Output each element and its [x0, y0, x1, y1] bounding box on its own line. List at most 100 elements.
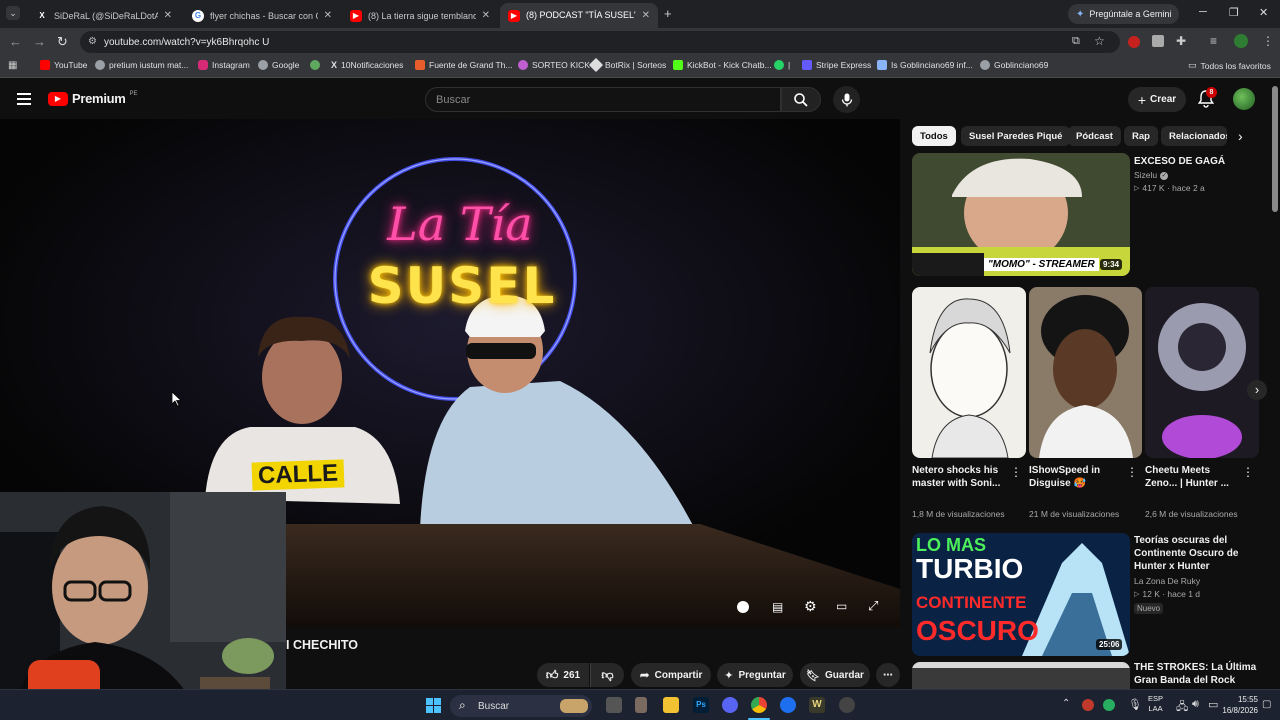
bookmark-whatsapp[interactable]: |: [774, 60, 790, 70]
menu-hamburger-icon[interactable]: [17, 93, 31, 105]
bookmark-google[interactable]: Google: [258, 60, 299, 70]
more-options-icon[interactable]: ⋮: [1010, 465, 1022, 479]
network-icon[interactable]: 🖧︎: [1176, 698, 1188, 717]
chrome-icon[interactable]: [751, 697, 767, 713]
clock[interactable]: 15:55 16/8/2026: [1222, 694, 1258, 716]
bookmark-goblinciano-info[interactable]: Is Goblinciano69 inf...: [877, 60, 973, 70]
video-thumbnail[interactable]: [912, 662, 1130, 689]
video-title[interactable]: Teorías oscuras del Continente Oscuro de…: [1134, 534, 1264, 573]
battery-icon[interactable]: ▭: [1208, 698, 1218, 711]
fullscreen-icon[interactable]: ⤢: [868, 598, 878, 614]
windows-start-icon[interactable]: [426, 698, 441, 713]
bookmark-extension[interactable]: [310, 60, 320, 70]
search-input[interactable]: Buscar: [425, 87, 781, 112]
page-scrollbar-thumb[interactable]: [1272, 86, 1278, 212]
ask-button[interactable]: ✦ Preguntar: [717, 663, 793, 687]
chip-rap[interactable]: Rap: [1124, 126, 1158, 146]
channel-name[interactable]: La Zona De Ruky: [1134, 575, 1200, 588]
youtube-premium-logo[interactable]: ▶ Premium PE: [48, 91, 138, 106]
video-title[interactable]: EXCESO DE GAGÁ: [1134, 155, 1264, 168]
settings-gear-icon[interactable]: ⚙: [804, 598, 817, 615]
search-button[interactable]: [781, 87, 821, 112]
install-app-icon[interactable]: ⧉: [1072, 35, 1080, 48]
gemini-button[interactable]: ✦ Pregúntale a Gemini: [1068, 4, 1180, 24]
close-icon[interactable]: ✕: [482, 10, 490, 21]
video-thumbnail[interactable]: LO MAS TURBIO CONTINENTE OSCURO 25:06: [912, 533, 1130, 656]
back-icon[interactable]: ←: [9, 34, 22, 49]
chip-todos[interactable]: Todos: [912, 126, 956, 146]
notifications-button[interactable]: 8: [1197, 87, 1217, 113]
short-title[interactable]: IShowSpeed in Disguise 🥵: [1029, 464, 1125, 490]
new-tab-button[interactable]: +: [664, 6, 672, 21]
chip-susel-paredes[interactable]: Susel Paredes Piqué: [961, 126, 1071, 146]
short-thumbnail[interactable]: [912, 287, 1026, 458]
winamp-icon[interactable]: W: [809, 697, 825, 713]
close-window-icon[interactable]: ✕: [1259, 6, 1268, 19]
chrome-menu-icon[interactable]: ⋮: [1262, 34, 1274, 48]
theater-mode-icon[interactable]: ▭: [836, 599, 847, 613]
bookmark-youtube[interactable]: YouTube: [40, 60, 87, 70]
profile-avatar[interactable]: [1234, 34, 1248, 48]
save-button[interactable]: 🔖︎ Guardar: [800, 663, 870, 687]
address-bar[interactable]: ⚙ youtube.com/watch?v=yk6Bhrqohc U ⧉ ☆: [80, 31, 1120, 53]
tab-podcast-tia-susel[interactable]: ▶ (8) PODCAST "TÍA SUSEL" 🎙 | ✕: [500, 3, 658, 28]
site-info-icon[interactable]: ⚙: [88, 36, 97, 47]
bookmark-stripe[interactable]: Stripe Express: [802, 60, 871, 70]
tab-youtube-la-tierra[interactable]: ▶ (8) La tierra sigue temblando: A ✕: [342, 3, 498, 28]
close-icon[interactable]: ✕: [164, 10, 172, 21]
bookmark-sorteo-kick[interactable]: SORTEO KICK: [518, 60, 590, 70]
autoplay-toggle[interactable]: [737, 601, 749, 613]
chip-relacionados[interactable]: Relacionados: [1161, 126, 1227, 146]
show-hidden-icons[interactable]: ⌃: [1062, 698, 1070, 709]
extension-icon[interactable]: [1152, 35, 1164, 47]
bookmark-instagram[interactable]: Instagram: [198, 60, 250, 70]
more-actions-button[interactable]: ⋯: [876, 663, 900, 687]
account-avatar[interactable]: [1233, 88, 1255, 110]
taskbar-search[interactable]: ⌕ Buscar: [450, 695, 592, 717]
app-icon[interactable]: [635, 697, 647, 713]
reading-list-icon[interactable]: ≡: [1210, 34, 1217, 48]
close-icon[interactable]: ✕: [324, 10, 332, 21]
app-icon[interactable]: [839, 697, 855, 713]
shorts-next-icon[interactable]: ›: [1247, 380, 1267, 400]
tab-search-button[interactable]: ⌄: [6, 6, 20, 20]
short-thumbnail[interactable]: [1029, 287, 1142, 458]
extensions-puzzle-icon[interactable]: ✚: [1176, 34, 1186, 48]
voice-search-button[interactable]: [833, 86, 860, 113]
video-thumbnail[interactable]: "MOMO" - STREAMER 9:34: [912, 153, 1130, 276]
bookmark-gta-font[interactable]: Fuente de Grand Th...: [415, 60, 512, 70]
bookmark-x-notifications[interactable]: X 10Notificaciones: [331, 60, 403, 70]
bookmark-kickbot[interactable]: KickBot - Kick Chatb...: [673, 60, 772, 70]
dislike-button[interactable]: 👎︎: [590, 663, 624, 687]
forward-icon[interactable]: →: [33, 34, 46, 49]
create-button[interactable]: + Crear: [1128, 87, 1186, 112]
video-title[interactable]: THE STROKES: La Última Gran Banda del Ro…: [1134, 661, 1264, 687]
more-options-icon[interactable]: ⋮: [1126, 465, 1138, 479]
like-button[interactable]: 👍︎ 261: [537, 663, 589, 687]
tab-google-search[interactable]: G flyer chichas - Buscar con Goog ✕: [184, 3, 340, 28]
short-title[interactable]: Netero shocks his master with Soni...: [912, 464, 1008, 490]
bookmark-star-icon[interactable]: ☆: [1094, 34, 1105, 48]
minimize-icon[interactable]: ─: [1199, 6, 1207, 18]
bookmark-pretium[interactable]: pretium iustum mat...: [95, 60, 188, 70]
all-bookmarks-button[interactable]: ▭ Todos los favoritos: [1188, 60, 1271, 71]
extension-icon[interactable]: [1128, 36, 1140, 48]
chip-podcast[interactable]: Pódcast: [1068, 126, 1121, 146]
tray-icon[interactable]: [1103, 699, 1115, 711]
short-thumbnail[interactable]: [1145, 287, 1259, 458]
short-title[interactable]: Cheetu Meets Zeno... | Hunter ...: [1145, 464, 1235, 490]
notification-center-icon[interactable]: ▢: [1262, 699, 1271, 710]
tray-icon[interactable]: [1082, 699, 1094, 711]
tab-x[interactable]: X SiDeRaL (@SiDeRaLDotA) / X ✕: [28, 3, 180, 28]
discord-icon[interactable]: [722, 697, 738, 713]
language-indicator[interactable]: ESP LAA: [1148, 694, 1163, 714]
chips-next-icon[interactable]: ›: [1238, 128, 1243, 144]
task-view-icon[interactable]: [606, 697, 622, 713]
file-explorer-icon[interactable]: [663, 697, 679, 713]
close-icon[interactable]: ✕: [642, 10, 650, 21]
channel-name[interactable]: Sizelu ✓: [1134, 169, 1169, 182]
volume-icon[interactable]: 🔊︎: [1192, 698, 1199, 711]
apps-grid-icon[interactable]: ▦: [8, 60, 17, 71]
reload-icon[interactable]: ↻: [57, 34, 68, 50]
restore-icon[interactable]: ❐: [1229, 6, 1239, 19]
